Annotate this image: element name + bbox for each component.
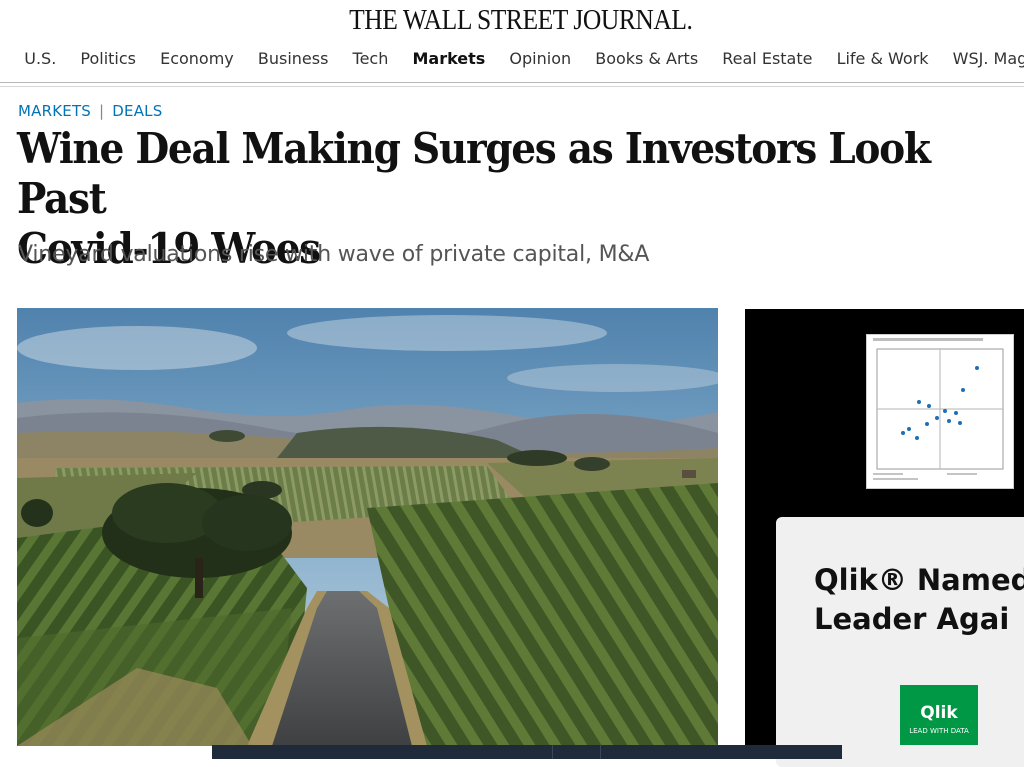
nav-item-business[interactable]: Business bbox=[258, 44, 329, 74]
qlik-logo-text: Qlik bbox=[900, 685, 978, 723]
nav-item-markets[interactable]: Markets bbox=[412, 44, 485, 74]
nav-divider bbox=[0, 82, 1024, 83]
nav-item-life-work[interactable]: Life & Work bbox=[837, 44, 929, 74]
os-taskbar bbox=[212, 745, 842, 759]
article-dek: Vineyard valuations rise with wave of pr… bbox=[18, 242, 649, 267]
taskbar-divider bbox=[600, 745, 601, 759]
ad-headline: Qlik® Named Leader Agai bbox=[814, 561, 1024, 639]
ad-quadrant-chart bbox=[866, 334, 1014, 489]
wsj-logo[interactable]: THE WALL STREET JOURNAL. bbox=[61, 4, 980, 37]
nav-item-wsj-magazine[interactable]: WSJ. Magazine bbox=[953, 44, 1024, 74]
nav-item-economy[interactable]: Economy bbox=[160, 44, 234, 74]
section-nav: d U.S. Politics Economy Business Tech Ma… bbox=[0, 44, 1024, 78]
ad-headline-line-2: Leader Agai bbox=[814, 600, 1024, 639]
nav-item-books-arts[interactable]: Books & Arts bbox=[595, 44, 698, 74]
breadcrumb: MARKETS | DEALS bbox=[18, 102, 162, 120]
masthead: THE WALL STREET JOURNAL. bbox=[0, 0, 1024, 42]
ad-headline-line-1: Qlik® Named bbox=[814, 561, 1024, 600]
nav-item-us[interactable]: U.S. bbox=[24, 44, 56, 74]
qlik-tagline: LEAD WITH DATA bbox=[900, 727, 978, 735]
vineyard-photo[interactable] bbox=[17, 308, 718, 746]
nav-divider-secondary bbox=[0, 86, 1024, 87]
nav-item-tech[interactable]: Tech bbox=[353, 44, 389, 74]
qlik-logo[interactable]: Qlik LEAD WITH DATA bbox=[900, 685, 978, 745]
ad-card: Qlik® Named Leader Agai Qlik LEAD WITH D… bbox=[776, 517, 1024, 767]
headline-line-1: Wine Deal Making Surges as Investors Loo… bbox=[17, 124, 947, 224]
taskbar-divider bbox=[552, 745, 553, 759]
breadcrumb-markets[interactable]: MARKETS bbox=[18, 102, 91, 120]
nav-item-opinion[interactable]: Opinion bbox=[509, 44, 571, 74]
breadcrumb-separator: | bbox=[99, 102, 104, 120]
advertisement[interactable]: Qlik® Named Leader Agai Qlik LEAD WITH D… bbox=[745, 309, 1024, 759]
breadcrumb-deals[interactable]: DEALS bbox=[112, 102, 162, 120]
nav-item-politics[interactable]: Politics bbox=[80, 44, 136, 74]
nav-item-real-estate[interactable]: Real Estate bbox=[722, 44, 812, 74]
